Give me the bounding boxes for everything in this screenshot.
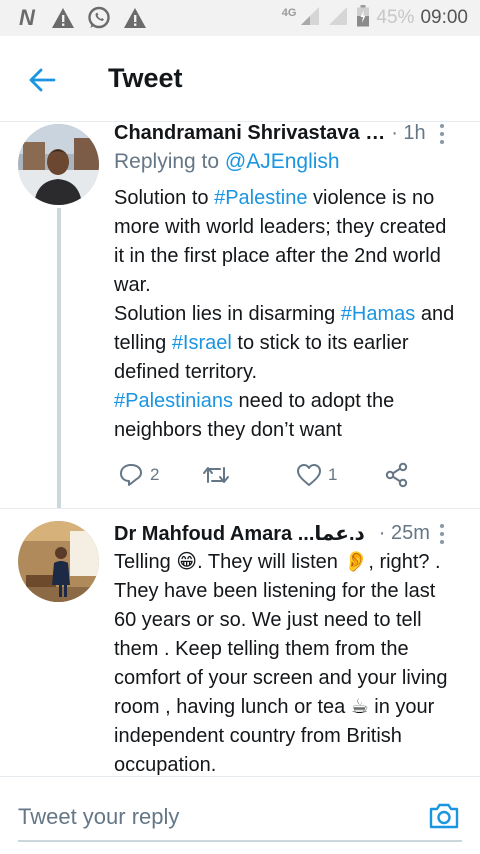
- tweet-text-segment: Solution lies in disarming: [114, 303, 341, 325]
- like-button[interactable]: 1: [296, 460, 337, 490]
- heart-icon: [297, 464, 321, 486]
- camera-icon: [429, 803, 459, 829]
- hashtag-link[interactable]: #Palestine: [214, 187, 307, 209]
- tweet-header: Dr Mahfoud Amara ...د.عما · 25m: [114, 519, 460, 547]
- reply-composer: [0, 776, 480, 854]
- hashtag-link[interactable]: #Palestinians: [114, 390, 233, 412]
- hashtag-link[interactable]: #Hamas: [341, 303, 415, 325]
- like-count: 1: [328, 465, 338, 484]
- retweet-button[interactable]: [202, 460, 230, 490]
- more-options-icon[interactable]: [432, 121, 452, 147]
- retweet-icon: [203, 467, 229, 483]
- reply-icon: [120, 464, 142, 486]
- replying-to: Replying to @AJEnglish: [114, 150, 340, 174]
- tweet-text-segment: Telling 😁. They will listen 👂, right? . …: [114, 551, 448, 776]
- author-name[interactable]: Dr Mahfoud Amara ...د.عما: [114, 521, 365, 546]
- tweet-actions: 2 1: [114, 460, 414, 490]
- reply-handle-link[interactable]: @AJEnglish: [225, 150, 340, 173]
- tweet-item[interactable]: Dr Mahfoud Amara ...د.عما · 25m Telling …: [0, 509, 480, 776]
- tweet-header: Chandramani Shrivastava … · 1h: [114, 119, 460, 147]
- tweet-text: Telling 😁. They will listen 👂, right? . …: [114, 548, 460, 780]
- hashtag-link[interactable]: #Israel: [172, 332, 232, 354]
- replying-label: Replying to: [114, 150, 220, 173]
- reply-count: 2: [150, 465, 160, 484]
- avatar[interactable]: [18, 124, 99, 205]
- reply-button[interactable]: 2: [118, 460, 159, 490]
- camera-button[interactable]: [424, 799, 464, 833]
- tweet-text-segment: Solution to: [114, 187, 215, 209]
- reply-input[interactable]: [18, 799, 408, 835]
- input-underline: [18, 840, 462, 842]
- share-icon: [385, 462, 408, 488]
- avatar[interactable]: [18, 521, 99, 602]
- tweet-time: · 1h: [391, 121, 426, 144]
- tweet-text: Solution to #Palestine violence is no mo…: [114, 184, 460, 445]
- tweet-time: · 25m: [378, 521, 430, 544]
- author-name[interactable]: Chandramani Shrivastava …: [114, 122, 385, 145]
- share-button[interactable]: [384, 460, 410, 490]
- more-options-icon[interactable]: [432, 521, 452, 547]
- thread-line: [57, 208, 61, 508]
- tweet-item[interactable]: Chandramani Shrivastava … · 1h Replying …: [0, 0, 480, 508]
